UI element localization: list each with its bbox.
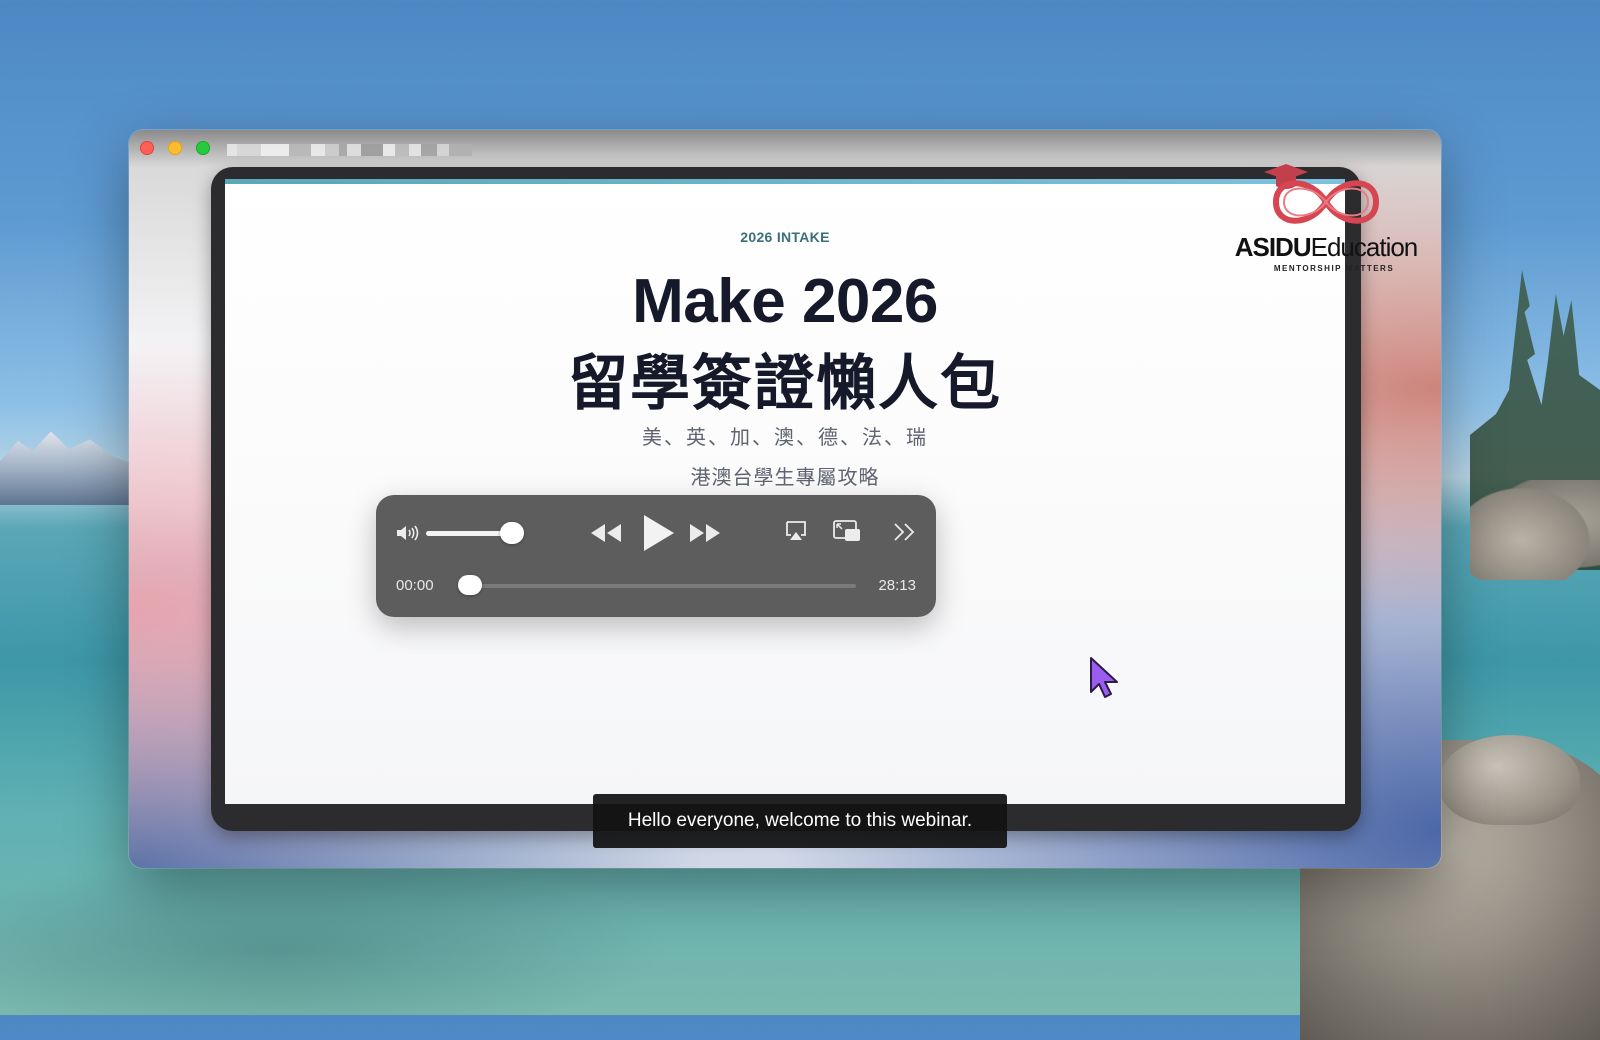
play-icon[interactable]	[640, 513, 676, 553]
more-icon[interactable]	[892, 521, 918, 543]
rewind-icon[interactable]	[589, 521, 623, 545]
volume-icon[interactable]	[396, 523, 422, 543]
video-frame[interactable]: 2026 INTAKE Make 2026 留學簽證懶人包 美、英、加、澳、德、…	[225, 179, 1345, 804]
slide-accent-line	[225, 179, 1345, 184]
slide-subtitle: 港澳台學生專屬攻略	[690, 467, 880, 489]
wallpaper-water	[0, 850, 700, 1015]
infinity-graduation-icon	[1264, 164, 1380, 224]
duration: 28:13	[878, 577, 916, 594]
current-time: 00:00	[396, 577, 434, 594]
slide-title-chinese: 留學簽證懶人包	[568, 350, 1002, 417]
logo-brand-light: Education	[1310, 232, 1419, 262]
logo-wordmark: ASIDUEducation	[1216, 232, 1436, 263]
close-window-button[interactable]	[140, 141, 154, 155]
airplay-icon[interactable]	[784, 519, 808, 543]
wallpaper-boulder-small	[1440, 735, 1580, 825]
mouse-cursor-icon	[1090, 657, 1118, 698]
logo-brand-bold: ASIDU	[1234, 232, 1312, 262]
fast-forward-icon[interactable]	[688, 521, 722, 545]
asidu-education-logo: ASIDUEducation MENTORSHIP MATTERS	[1216, 152, 1436, 274]
window-title-redacted	[227, 144, 472, 156]
slide-eyebrow: 2026 INTAKE	[740, 229, 830, 245]
wallpaper-rocks	[1470, 480, 1600, 580]
playback-controls: 00:00 28:13	[376, 495, 936, 617]
progress-bar[interactable]	[460, 584, 856, 588]
slide-countries: 美、英、加、澳、德、法、瑞	[642, 427, 928, 449]
logo-tagline: MENTORSHIP MATTERS	[1273, 264, 1395, 273]
subtitle-caption: Hello everyone, welcome to this webinar.	[593, 794, 1007, 848]
minimize-window-button[interactable]	[168, 141, 182, 155]
wallpaper-mountains	[0, 431, 150, 505]
volume-knob[interactable]	[500, 522, 524, 544]
fullscreen-window-button[interactable]	[196, 141, 210, 155]
slide-title: Make 2026	[632, 267, 938, 336]
progress-knob[interactable]	[458, 575, 482, 595]
picture-in-picture-icon[interactable]	[832, 519, 862, 543]
